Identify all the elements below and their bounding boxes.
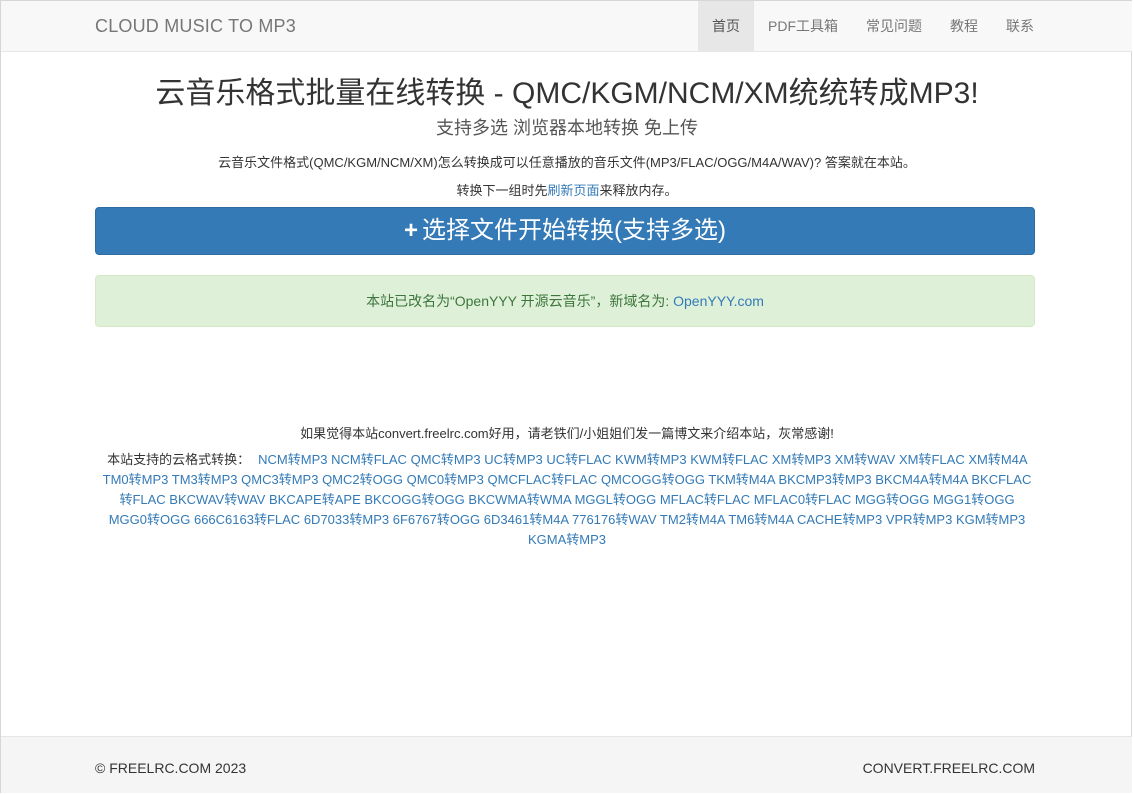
format-link[interactable]: 6D3461转M4A [484,512,569,527]
format-link[interactable]: TM2转M4A [660,512,725,527]
nav-tutorial[interactable]: 教程 [936,1,992,51]
footer-domain: CONVERT.FREELRC.COM [862,760,1035,776]
format-link[interactable]: QMCOGG转OGG [601,472,705,487]
select-files-label: 选择文件开始转换(支持多选) [422,217,726,244]
format-link[interactable]: 6F6767转OGG [393,512,480,527]
format-link[interactable]: MGG1转OGG [933,492,1015,507]
format-link[interactable]: QMCFLAC转FLAC [488,472,598,487]
format-link[interactable]: BKCAPE转APE [269,492,361,507]
format-link[interactable]: KWM转MP3 [615,452,687,467]
format-link[interactable]: MGGL转OGG [575,492,657,507]
rename-notice: 本站已改名为“OpenYYY 开源云音乐”，新域名为: OpenYYY.com [95,275,1035,327]
format-link[interactable]: BKCWAV转WAV [169,492,265,507]
refresh-hint: 转换下一组时先刷新页面来释放内存。 [0,180,1134,199]
rename-notice-text: 本站已改名为“OpenYYY 开源云音乐”，新域名为: [366,293,674,309]
select-files-button[interactable]: + 选择文件开始转换(支持多选) [95,207,1035,255]
format-link[interactable]: BKCM4A转M4A [875,472,967,487]
format-link[interactable]: VPR转MP3 [886,512,952,527]
format-link[interactable]: XM转MP3 [772,452,831,467]
format-link[interactable]: MFLAC转FLAC [660,492,750,507]
page-description: 云音乐文件格式(QMC/KGM/NCM/XM)怎么转换成可以任意播放的音乐文件(… [218,155,916,170]
format-link[interactable]: QMC3转MP3 [241,472,318,487]
format-link[interactable]: KGM转MP3 [956,512,1025,527]
format-link[interactable]: 776176转WAV [572,512,657,527]
format-link[interactable]: 666C6163转FLAC [194,512,300,527]
page-subtitle: 支持多选 浏览器本地转换 免上传 [435,118,698,138]
nav-home[interactable]: 首页 [698,1,754,51]
navbar: CLOUD MUSIC TO MP3 首页 PDF工具箱 常见问题 教程 联系 [1,1,1132,52]
format-link[interactable]: NCM转MP3 [258,452,327,467]
format-link[interactable]: NCM转FLAC [331,452,407,467]
nav-contact[interactable]: 联系 [992,1,1048,51]
format-link[interactable]: QMC2转OGG [322,472,403,487]
refresh-page-link[interactable]: 刷新页面 [547,183,599,198]
format-link[interactable]: BKCMP3转MP3 [778,472,871,487]
format-link[interactable]: KGMA转MP3 [528,532,606,547]
brand-link[interactable]: CLOUD MUSIC TO MP3 [95,16,296,37]
format-link[interactable]: MGG0转OGG [109,512,191,527]
format-link[interactable]: CACHE转MP3 [797,512,882,527]
format-link[interactable]: XM转WAV [835,452,896,467]
nav-faq[interactable]: 常见问题 [852,1,936,51]
format-link[interactable]: BKCWMA转WMA [468,492,571,507]
format-link[interactable]: MGG转OGG [855,492,929,507]
thanks-message: 如果觉得本站convert.freelrc.com好用，请老铁们/小姐姐们发一篇… [300,426,834,441]
format-link[interactable]: BKCOGG转OGG [364,492,464,507]
format-link[interactable]: TM0转MP3 [103,472,169,487]
footer: © FREELRC.COM 2023 CONVERT.FREELRC.COM [1,736,1132,793]
format-link[interactable]: TM3转MP3 [172,472,238,487]
format-link[interactable]: QMC0转MP3 [407,472,484,487]
format-link[interactable]: TKM转M4A [708,472,774,487]
page-title: 云音乐格式批量在线转换 - QMC/KGM/NCM/XM统统转成MP3! [155,77,979,110]
supported-formats: 本站支持的云格式转换： NCM转MP3 NCM转FLAC QMC转MP3 UC转M… [100,450,1034,550]
format-link[interactable]: 6D7033转MP3 [304,512,389,527]
plus-icon: + [404,217,419,244]
refresh-hint-after: 来释放内存。 [599,183,678,198]
format-link[interactable]: TM6转M4A [728,512,793,527]
format-link[interactable]: XM转M4A [968,452,1027,467]
format-link[interactable]: KWM转FLAC [690,452,768,467]
nav-pdf-toolbox[interactable]: PDF工具箱 [754,1,852,51]
format-link[interactable]: MFLAC0转FLAC [754,492,852,507]
footer-copyright: © FREELRC.COM 2023 [95,760,247,776]
formats-label: 本站支持的云格式转换： [107,452,251,467]
format-link[interactable]: XM转FLAC [899,452,965,467]
format-link[interactable]: UC转MP3 [484,452,543,467]
format-link[interactable]: QMC转MP3 [411,452,481,467]
refresh-hint-before: 转换下一组时先 [456,183,548,198]
new-domain-link[interactable]: OpenYYY.com [673,293,764,309]
nav-menu: 首页 PDF工具箱 常见问题 教程 联系 [698,1,1048,52]
format-link[interactable]: UC转FLAC [546,452,611,467]
